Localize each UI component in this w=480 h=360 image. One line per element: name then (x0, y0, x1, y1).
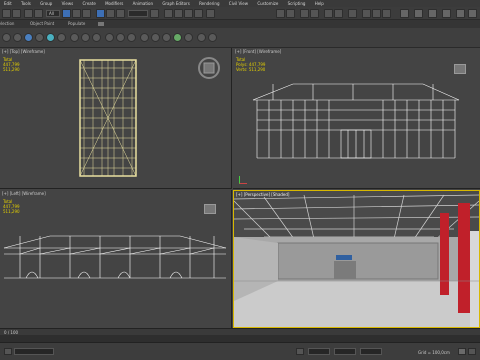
x-coordinate-field[interactable] (308, 348, 330, 355)
scale-icon[interactable] (116, 9, 125, 18)
redo-icon[interactable] (12, 9, 21, 18)
project-folder-icon[interactable] (414, 9, 423, 18)
named-selection-icon[interactable] (206, 9, 215, 18)
maxscript-input[interactable] (14, 348, 54, 355)
open-icon[interactable] (184, 33, 193, 42)
align-icon[interactable] (286, 9, 295, 18)
tab-selection[interactable]: Selection (0, 20, 14, 28)
step-icon[interactable] (127, 33, 136, 42)
menu-graph-editors[interactable]: Graph Editors (162, 0, 189, 7)
move-icon[interactable] (96, 9, 105, 18)
random-icon[interactable] (140, 33, 149, 42)
ribbon-toggle-icon[interactable] (98, 22, 104, 26)
mirror-icon[interactable] (276, 9, 285, 18)
viewcube-left-icon[interactable] (204, 204, 216, 214)
search-icon[interactable] (442, 9, 451, 18)
menu-animation[interactable]: Animation (133, 0, 153, 7)
viewport-perspective-label[interactable]: [+] [Perspective] [Shaded] (236, 192, 290, 197)
schematic-view-icon[interactable] (334, 9, 343, 18)
perspective-icon[interactable] (151, 33, 160, 42)
settings-icon[interactable] (456, 9, 465, 18)
menu-rendering[interactable]: Rendering (199, 0, 219, 7)
angle-snap-icon[interactable] (174, 9, 183, 18)
scene-explorer-icon[interactable] (2, 33, 11, 42)
grow-icon[interactable] (70, 33, 79, 42)
viewport-top[interactable]: [+] [Top] [Wireframe] Total 447,799 511,… (0, 48, 232, 189)
menu-edit[interactable]: Edit (4, 0, 12, 7)
front-wireframe-elevation (252, 83, 460, 159)
material-editor-icon[interactable] (348, 9, 357, 18)
timeline[interactable]: 0 / 100 (0, 328, 480, 350)
reference-coord-dropdown[interactable] (128, 10, 148, 17)
user-icon[interactable] (468, 9, 477, 18)
spinner-snap-icon[interactable] (194, 9, 203, 18)
status-bar: Grid = 100,0cm (0, 342, 480, 360)
top-icon[interactable] (173, 33, 182, 42)
workspace-icon[interactable] (400, 9, 409, 18)
menu-customize[interactable]: Customize (257, 0, 278, 7)
maxscript-listener-icon[interactable] (4, 348, 12, 355)
ring-icon[interactable] (57, 33, 66, 42)
axis-tripod-icon (239, 176, 247, 184)
normal-icon[interactable] (162, 33, 171, 42)
menu-group[interactable]: Group (40, 0, 52, 7)
tool-icon[interactable] (208, 33, 217, 42)
menu-bar: Edit Tools Group Views Create Modifiers … (0, 0, 480, 7)
render-icon[interactable] (382, 9, 391, 18)
ribbon-tabs: Selection Object Paint Populate (0, 20, 480, 28)
menu-views[interactable]: Views (62, 0, 74, 7)
percent-snap-icon[interactable] (184, 9, 193, 18)
tab-object-paint[interactable]: Object Paint (30, 20, 54, 28)
y-coordinate-field[interactable] (334, 348, 356, 355)
rectangle-select-icon[interactable] (82, 9, 91, 18)
display-icon[interactable] (24, 33, 33, 42)
z-coordinate-field[interactable] (360, 348, 382, 355)
unlink-icon[interactable] (34, 9, 43, 18)
menu-civil-view[interactable]: Civil View (229, 0, 248, 7)
viewcube-icon[interactable] (197, 56, 221, 80)
pattern-icon[interactable] (92, 33, 101, 42)
snap-icon[interactable] (164, 9, 173, 18)
select-by-name-icon[interactable] (72, 9, 81, 18)
menu-create[interactable]: Create (83, 0, 96, 7)
link-icon[interactable] (24, 9, 33, 18)
perspective-shaded-render (234, 191, 479, 327)
grid-size-label: Grid = 100,0cm (418, 350, 450, 355)
auto-key-button[interactable] (458, 348, 466, 355)
render-setup-icon[interactable] (362, 9, 371, 18)
layer-icon[interactable] (300, 9, 309, 18)
main-toolbar: All (0, 7, 480, 20)
menu-scripting[interactable]: Scripting (288, 0, 306, 7)
similar-icon[interactable] (105, 33, 114, 42)
menu-help[interactable]: Help (315, 0, 324, 7)
rendered-frame-icon[interactable] (372, 9, 381, 18)
paint-icon[interactable] (35, 33, 44, 42)
ribbon-icon[interactable] (310, 9, 319, 18)
menu-modifiers[interactable]: Modifiers (105, 0, 123, 7)
menu-tools[interactable]: Tools (21, 0, 31, 7)
play-animation-icon[interactable] (468, 348, 476, 355)
undo-icon[interactable] (2, 9, 11, 18)
lock-selection-icon[interactable] (296, 348, 304, 355)
viewport-left[interactable]: [+] [Left] [Wireframe] Total 447,799 511… (0, 190, 232, 328)
shrink-icon[interactable] (81, 33, 90, 42)
numeric-icon[interactable] (197, 33, 206, 42)
selection-filter-dropdown[interactable]: All (46, 10, 60, 17)
viewport-perspective[interactable]: [+] [Perspective] [Shaded] (233, 190, 480, 328)
pivot-icon[interactable] (150, 9, 159, 18)
select-object-icon[interactable] (62, 9, 71, 18)
help-icon[interactable] (428, 9, 437, 18)
loop-icon[interactable] (46, 33, 55, 42)
viewcube-front-icon[interactable] (454, 64, 466, 74)
fill-icon[interactable] (116, 33, 125, 42)
left-wireframe-elevation (3, 235, 227, 279)
viewport-front[interactable]: [+] [Front] [Wireframe] Total Polys: 447… (233, 48, 480, 189)
isolate-icon[interactable] (13, 33, 22, 42)
curve-editor-icon[interactable] (324, 9, 333, 18)
tab-populate[interactable]: Populate (68, 20, 85, 28)
rotate-icon[interactable] (106, 9, 115, 18)
ribbon-panel (0, 28, 480, 48)
